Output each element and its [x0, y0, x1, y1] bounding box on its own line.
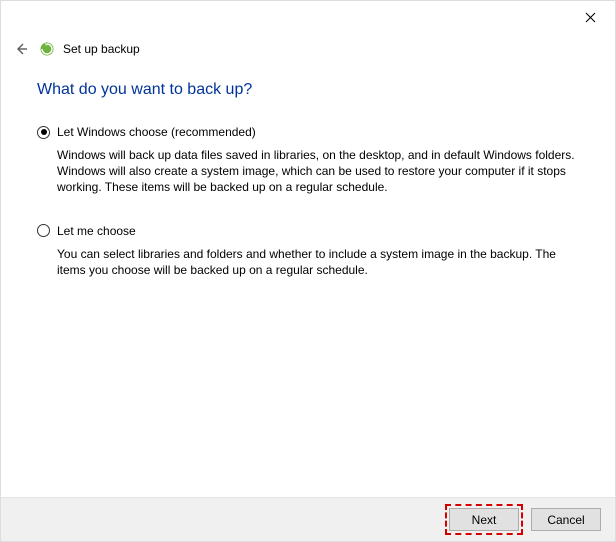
- option-description: Windows will back up data files saved in…: [57, 147, 577, 196]
- cancel-button[interactable]: Cancel: [531, 508, 601, 531]
- radio-dot-icon: [41, 129, 47, 135]
- option-label: Let Windows choose (recommended): [57, 125, 256, 139]
- next-button[interactable]: Next: [449, 508, 519, 531]
- close-button[interactable]: [575, 7, 605, 27]
- option-let-me-choose: Let me choose You can select libraries a…: [37, 224, 585, 278]
- backup-app-icon: [39, 41, 55, 57]
- highlight-annotation: Next: [445, 504, 523, 535]
- footer-bar: Next Cancel: [1, 497, 615, 541]
- window-title: Set up backup: [63, 42, 140, 56]
- option-description: You can select libraries and folders and…: [57, 246, 577, 278]
- back-arrow-icon: [13, 41, 29, 57]
- header-row: Set up backup: [11, 39, 140, 59]
- close-icon: [585, 12, 596, 23]
- option-label: Let me choose: [57, 224, 136, 238]
- page-heading: What do you want to back up?: [37, 81, 585, 99]
- content-area: What do you want to back up? Let Windows…: [37, 81, 585, 306]
- back-button[interactable]: [11, 39, 31, 59]
- radio-icon: [37, 126, 50, 139]
- titlebar: [1, 1, 615, 31]
- option-let-windows-choose: Let Windows choose (recommended) Windows…: [37, 125, 585, 196]
- radio-let-me-choose[interactable]: Let me choose: [37, 224, 585, 238]
- radio-let-windows-choose[interactable]: Let Windows choose (recommended): [37, 125, 585, 139]
- radio-icon: [37, 224, 50, 237]
